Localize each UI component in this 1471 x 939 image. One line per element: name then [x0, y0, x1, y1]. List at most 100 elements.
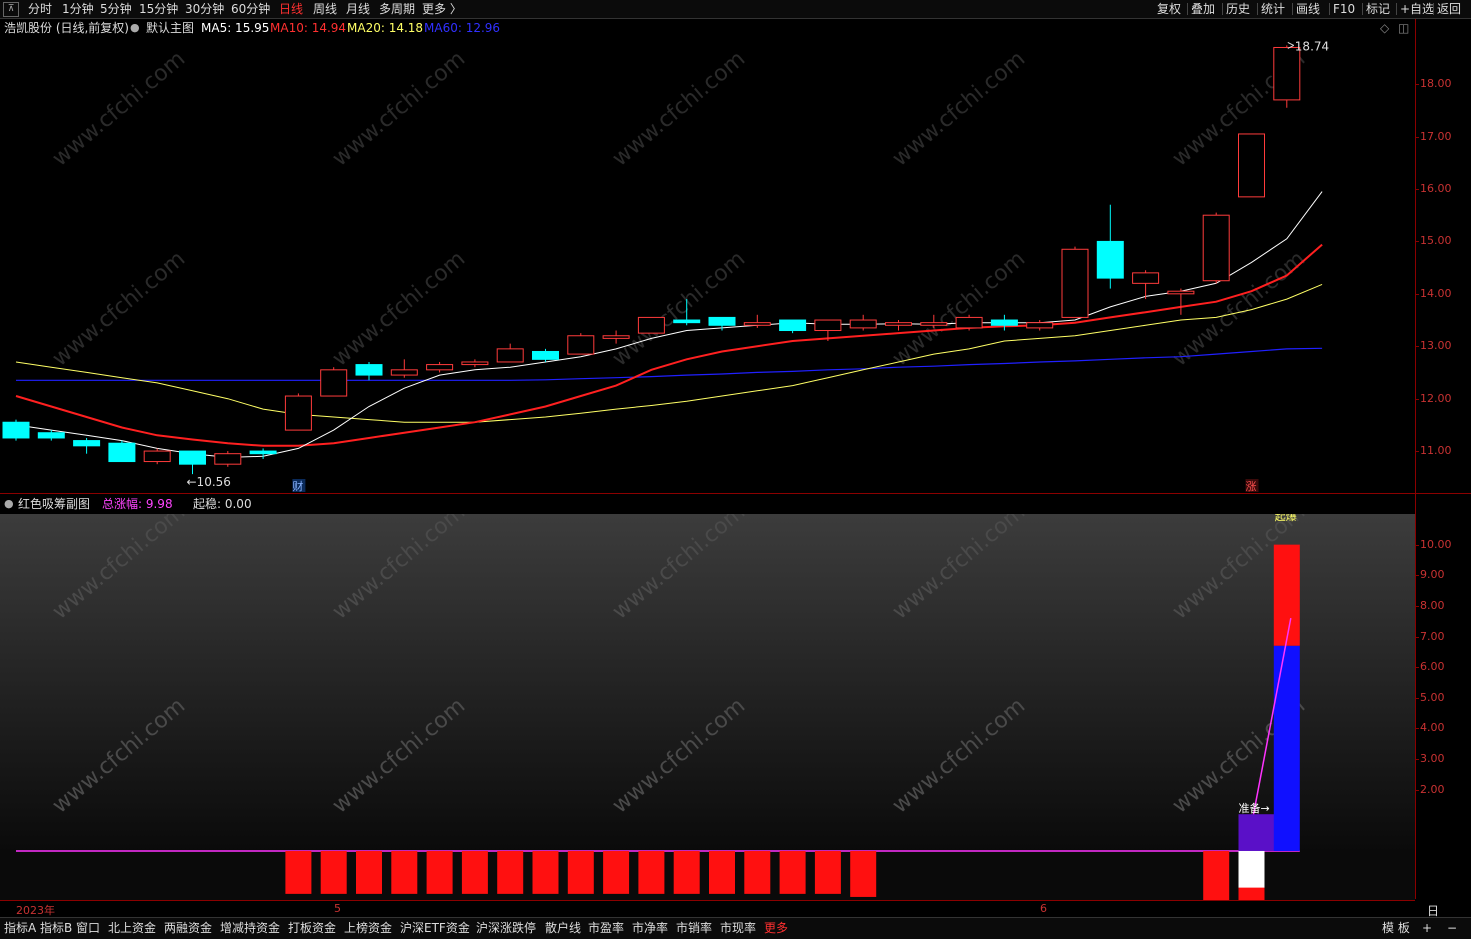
red-bar[interactable] [603, 850, 630, 894]
candle-body[interactable] [1202, 214, 1230, 282]
bottom-tab-12[interactable]: 市净率 [632, 919, 668, 938]
toolbar-right-6[interactable]: 标记 [1366, 0, 1390, 18]
diamond-icon[interactable]: ◇ [1380, 19, 1389, 37]
bottom-right-2[interactable]: − [1447, 919, 1457, 938]
red-bar[interactable] [850, 850, 877, 897]
bottom-tab-13[interactable]: 市销率 [676, 919, 712, 938]
red-bar[interactable] [779, 850, 806, 894]
bottom-tab-14[interactable]: 市现率 [720, 919, 756, 938]
bottom-tab-7[interactable]: 上榜资金 [344, 919, 392, 938]
white-bar[interactable] [1238, 850, 1265, 888]
candle-body[interactable] [284, 395, 312, 431]
bottom-tab-3[interactable]: 北上资金 [108, 919, 156, 938]
timeframe-10[interactable]: 更多 〉 [422, 0, 462, 18]
indicator-name[interactable]: 红色吸筹副图 [18, 494, 90, 514]
red-bar[interactable] [638, 850, 665, 894]
red-bar[interactable] [426, 850, 453, 894]
red-bar[interactable] [461, 850, 488, 894]
indicator-chart[interactable]: www.cfchi.com www.cfchi.com www.cfchi.com w… [0, 514, 1415, 900]
timeframe-7[interactable]: 周线 [313, 0, 337, 18]
template-dot-icon[interactable]: ● [130, 19, 140, 37]
candle-body[interactable] [885, 322, 912, 326]
candle-body[interactable] [249, 450, 277, 455]
candle-body[interactable] [955, 316, 983, 329]
candle-body[interactable] [73, 440, 101, 447]
red-top-bar[interactable] [1273, 544, 1300, 646]
candle-body[interactable] [849, 319, 877, 329]
candle-body[interactable] [1167, 290, 1195, 295]
candle-body[interactable] [1273, 46, 1301, 101]
candle-body[interactable] [1238, 133, 1265, 198]
red-bar[interactable] [567, 850, 594, 894]
bottom-right-1[interactable]: + [1422, 919, 1432, 938]
timeframe-5[interactable]: 60分钟 [231, 0, 270, 18]
template-name[interactable]: 默认主图 [146, 19, 194, 37]
candle-body[interactable] [1061, 248, 1089, 318]
candle-body[interactable] [1096, 240, 1124, 279]
red-bar[interactable] [1238, 887, 1265, 900]
timeframe-4[interactable]: 30分钟 [185, 0, 224, 18]
red-bar[interactable] [285, 850, 312, 894]
candle-body[interactable] [426, 364, 454, 371]
red-bar[interactable] [497, 850, 524, 894]
blue-bar[interactable] [1273, 645, 1300, 851]
bottom-tab-10[interactable]: 散户线 [545, 919, 581, 938]
candle-body[interactable] [179, 450, 206, 465]
toolbar-right-3[interactable]: 统计 [1261, 0, 1285, 18]
timeframe-0[interactable]: 分时 [28, 0, 52, 18]
bottom-tab-9[interactable]: 沪深涨跌停 [476, 919, 536, 938]
candle-body[interactable] [320, 369, 348, 397]
timeframe-2[interactable]: 5分钟 [100, 0, 132, 18]
candle-body[interactable] [143, 450, 171, 463]
bottom-tab-4[interactable]: 两融资金 [164, 919, 212, 938]
candle-body[interactable] [637, 316, 665, 334]
timeframe-9[interactable]: 多周期 [379, 0, 415, 18]
expand-icon[interactable]: ◫ [1398, 19, 1409, 37]
candle-body[interactable] [108, 442, 136, 463]
timeframe-3[interactable]: 15分钟 [139, 0, 178, 18]
candle-body[interactable] [1026, 322, 1054, 329]
red-bar[interactable] [709, 850, 735, 894]
red-bar[interactable] [814, 850, 841, 894]
red-bar[interactable] [532, 850, 559, 894]
bottom-tab-5[interactable]: 增减持资金 [220, 919, 280, 938]
bottom-tab-0[interactable]: 指标A [4, 919, 36, 938]
toolbar-right-1[interactable]: 叠加 [1191, 0, 1215, 18]
candle-body[interactable] [390, 369, 418, 376]
toolbar-right-8[interactable]: 返回 [1437, 0, 1461, 18]
timeframe-6[interactable]: 日线 [279, 0, 303, 18]
bottom-tab-15[interactable]: 更多 [764, 919, 788, 938]
candle-body[interactable] [461, 361, 489, 366]
bottom-right-0[interactable]: 模 板 [1382, 919, 1410, 938]
toolbar-right-2[interactable]: 历史 [1226, 0, 1250, 18]
candlestick-chart[interactable]: www.cfchi.com www.cfchi.com www.cfchi.com w… [0, 37, 1415, 493]
candle-body[interactable] [602, 335, 630, 339]
candle-body[interactable] [673, 319, 701, 324]
bottom-tab-11[interactable]: 市盈率 [588, 919, 624, 938]
toolbar-right-7[interactable]: +自选 [1400, 0, 1434, 18]
indicator-dot-icon[interactable]: ● [4, 494, 14, 514]
candle-body[interactable] [496, 348, 524, 363]
candle-body[interactable] [1132, 272, 1160, 284]
bottom-tab-2[interactable]: 窗口 [76, 919, 100, 938]
candle-body[interactable] [2, 421, 30, 439]
candle-body[interactable] [743, 322, 771, 326]
window-menu-icon[interactable]: ⊼ [3, 2, 19, 17]
candle-body[interactable] [214, 453, 242, 465]
toolbar-right-5[interactable]: F10 [1333, 0, 1355, 18]
bottom-tab-8[interactable]: 沪深ETF资金 [400, 919, 470, 938]
candle-body[interactable] [990, 319, 1018, 326]
red-bar[interactable] [356, 850, 382, 894]
candle-body[interactable] [779, 319, 807, 332]
red-bar[interactable] [673, 850, 700, 894]
candle-body[interactable] [567, 335, 595, 355]
candle-body[interactable] [814, 319, 842, 332]
red-bar[interactable] [744, 850, 771, 894]
red-bar[interactable] [320, 850, 347, 894]
candle-body[interactable] [532, 350, 559, 360]
red-bar[interactable] [1203, 850, 1230, 900]
candle-body[interactable] [708, 316, 736, 326]
bottom-tab-6[interactable]: 打板资金 [288, 919, 336, 938]
toolbar-right-0[interactable]: 复权 [1157, 0, 1181, 18]
candle-body[interactable] [37, 432, 65, 439]
